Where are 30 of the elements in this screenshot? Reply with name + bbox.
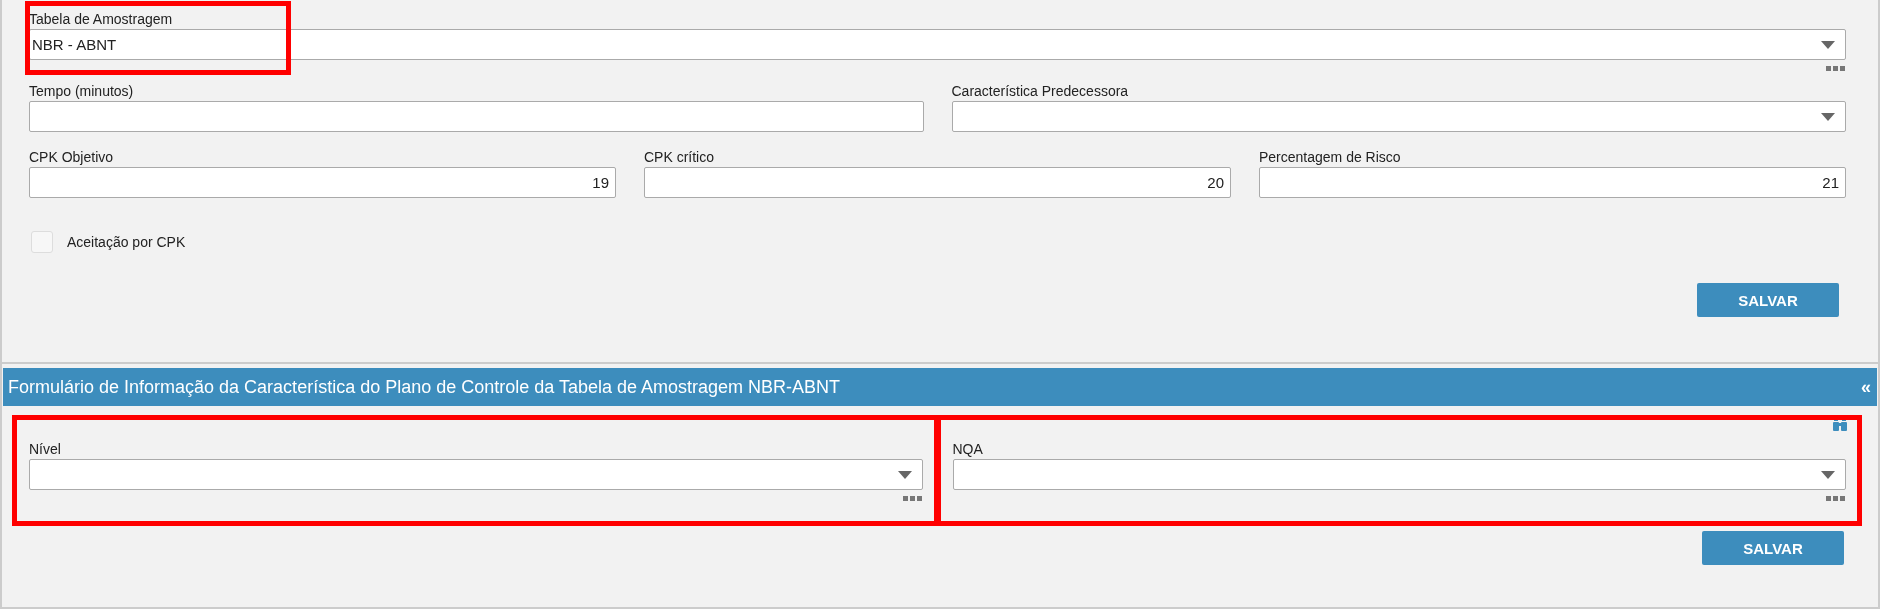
caret-icon — [1821, 470, 1835, 479]
checkbox-label: Aceitação por CPK — [67, 234, 186, 250]
caret-icon — [1821, 40, 1835, 49]
more-icon[interactable] — [1826, 66, 1846, 72]
checkbox[interactable] — [31, 231, 53, 253]
collapse-button[interactable]: « — [1861, 376, 1871, 398]
input-field[interactable]: 19 — [29, 167, 616, 198]
input-field[interactable] — [29, 101, 924, 132]
field-label: Tempo (minutos) — [29, 82, 135, 100]
field-label: CPK crítico — [644, 148, 715, 166]
save-button[interactable]: SALVAR — [1697, 283, 1839, 317]
select-field[interactable]: NBR - ABNT — [29, 29, 1846, 60]
select-field[interactable] — [952, 459, 1846, 490]
field-label: Característica Predecessora — [951, 82, 1130, 100]
section-title: Formulário de Informação da Característica do Plano de Controle da Tabela de Amostragem NBR-ABNT — [8, 376, 842, 398]
field-label: CPK Objetivo — [29, 148, 115, 166]
field-label: Percentagem de Risco — [1259, 148, 1402, 166]
input-field[interactable]: 21 — [1259, 167, 1846, 198]
select-field[interactable] — [951, 101, 1846, 132]
field-label: NQA — [952, 440, 984, 458]
field-label: Tabela de Amostragem — [29, 10, 174, 28]
more-icon[interactable] — [1826, 496, 1846, 502]
binoculars-icon[interactable] — [1833, 418, 1847, 431]
input-field[interactable]: 20 — [644, 167, 1231, 198]
more-icon[interactable] — [902, 496, 923, 502]
caret-icon — [1821, 112, 1835, 121]
field-label: Nível — [29, 440, 62, 458]
save-button[interactable]: SALVAR — [1702, 531, 1844, 565]
caret-icon — [897, 470, 912, 479]
select-field[interactable] — [29, 459, 923, 490]
